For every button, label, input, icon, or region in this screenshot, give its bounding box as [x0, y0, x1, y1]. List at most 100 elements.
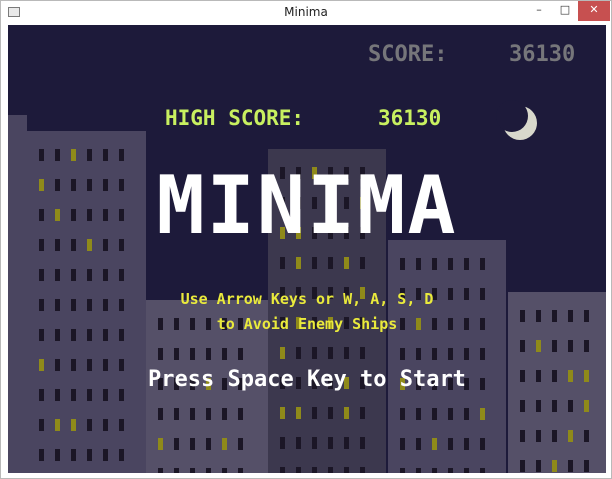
building-window [103, 269, 108, 281]
building-window [71, 269, 76, 281]
building-window [464, 468, 469, 473]
score-value: 36130 [509, 42, 576, 67]
building-window [344, 257, 349, 269]
building-window [344, 437, 349, 449]
building-window [432, 468, 437, 473]
building-window [360, 437, 365, 449]
building-window [568, 400, 573, 412]
building-window [400, 348, 405, 360]
building-window [296, 347, 301, 359]
building-window [536, 340, 541, 352]
building-window [568, 430, 573, 442]
building-window [520, 460, 525, 472]
building-window [432, 258, 437, 270]
building-window [158, 468, 163, 473]
building-window [552, 340, 557, 352]
building-window [238, 468, 243, 473]
building-window [158, 438, 163, 450]
building-window [312, 437, 317, 449]
window-title: Minima [284, 5, 328, 19]
building-window [174, 468, 179, 473]
building-window [536, 400, 541, 412]
building-window [552, 430, 557, 442]
building-window [416, 408, 421, 420]
building-window [432, 408, 437, 420]
building-window [464, 438, 469, 450]
building-window [296, 467, 301, 473]
building-window [584, 340, 589, 352]
instructions-line-2: to Avoid Enemy Ships [216, 315, 398, 333]
building-window [400, 438, 405, 450]
building-window [190, 438, 195, 450]
building-window [448, 438, 453, 450]
building-window [312, 257, 317, 269]
high-score-value: 36130 [378, 106, 442, 130]
building-window [312, 407, 317, 419]
building-window [206, 468, 211, 473]
game-viewport[interactable]: SCORE: 36130 HIGH SCORE: 36130 MINIMA Us… [8, 25, 606, 473]
building-window [480, 348, 485, 360]
building-window [360, 257, 365, 269]
building-window [448, 408, 453, 420]
building-window [552, 460, 557, 472]
game-title: MINIMA [156, 159, 458, 252]
building-window [448, 348, 453, 360]
building-window [296, 257, 301, 269]
building-window [432, 438, 437, 450]
building-window [119, 269, 124, 281]
building-window [480, 408, 485, 420]
building-window [400, 258, 405, 270]
building-window [206, 408, 211, 420]
building-window [344, 467, 349, 473]
building-window [416, 438, 421, 450]
building-window [206, 348, 211, 360]
close-button[interactable]: ✕ [578, 1, 610, 21]
building-window [87, 419, 92, 431]
building-5 [388, 240, 506, 473]
instructions-line-1: Use Arrow Keys or W, A, S, D [180, 290, 434, 308]
building-window [328, 347, 333, 359]
building-window [568, 460, 573, 472]
building-window [280, 257, 285, 269]
building-window [584, 430, 589, 442]
building-window [87, 449, 92, 461]
building-window [328, 437, 333, 449]
building-window [190, 408, 195, 420]
building-window [119, 419, 124, 431]
building-window [222, 438, 227, 450]
building-window [584, 400, 589, 412]
building-window [296, 407, 301, 419]
building-window [174, 348, 179, 360]
building-window [552, 400, 557, 412]
building-window [400, 408, 405, 420]
building-window [536, 460, 541, 472]
building-window [71, 449, 76, 461]
maximize-button[interactable]: □ [552, 1, 578, 21]
title-bar[interactable]: Minima – □ ✕ [1, 1, 611, 25]
building-window [584, 460, 589, 472]
high-score-label: HIGH SCORE: [165, 106, 305, 130]
building-window [238, 408, 243, 420]
building-window [464, 258, 469, 270]
building-window [55, 449, 60, 461]
building-window [344, 347, 349, 359]
building-window [39, 269, 44, 281]
building-window [416, 348, 421, 360]
building-window [360, 407, 365, 419]
building-window [222, 348, 227, 360]
building-window [39, 449, 44, 461]
building-window [103, 449, 108, 461]
building-window [344, 407, 349, 419]
building-window [432, 348, 437, 360]
building-window [480, 468, 485, 473]
building-window [464, 348, 469, 360]
building-window [119, 449, 124, 461]
building-window [464, 408, 469, 420]
building-window [312, 347, 317, 359]
game-window: Minima – □ ✕ SCORE: 36130 HIGH SCORE: 36… [0, 0, 612, 479]
minimize-button[interactable]: – [526, 1, 552, 21]
building-window [536, 430, 541, 442]
building-window [328, 257, 333, 269]
building-window [87, 269, 92, 281]
building-window [520, 340, 525, 352]
